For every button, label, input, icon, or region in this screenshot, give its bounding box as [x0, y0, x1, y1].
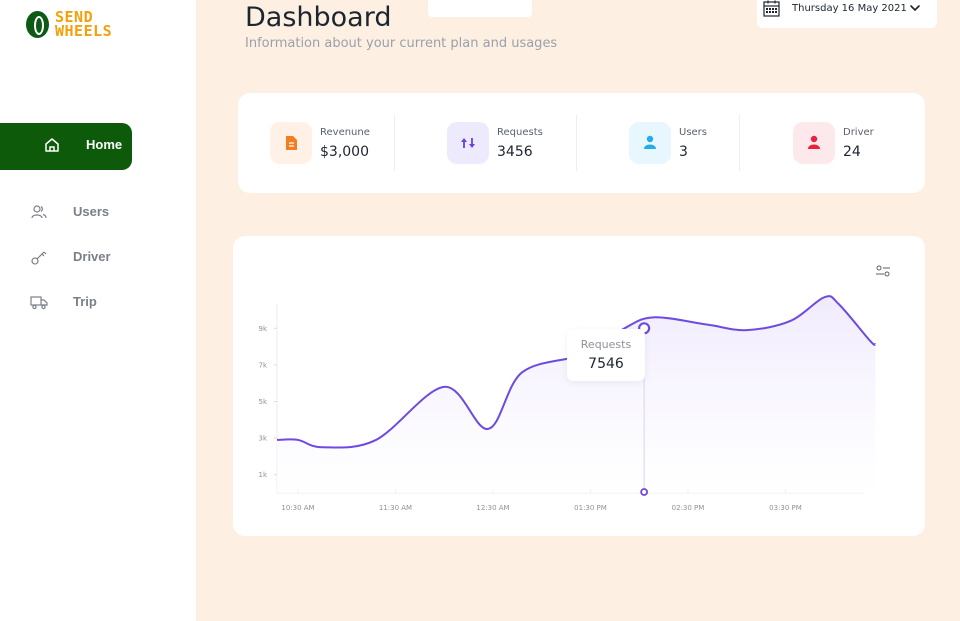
x-tick-label: 02:30 PM — [672, 504, 705, 512]
divider — [394, 115, 395, 171]
y-tick-label: 3k — [258, 435, 267, 443]
stat-icon-box — [629, 122, 671, 164]
stat-label: Revenune — [320, 127, 370, 138]
stat-icon-box — [447, 122, 489, 164]
x-tick-label: 03:30 PM — [769, 504, 802, 512]
wheel-icon — [26, 10, 49, 38]
brand-line-2: WHEELS — [55, 22, 113, 40]
y-tick-label: 1k — [258, 471, 267, 479]
sidebar-item-label: Users — [73, 204, 110, 219]
stat-label: Users — [679, 127, 708, 138]
divider — [576, 115, 577, 171]
stat-icon-box — [793, 122, 835, 164]
sidebar-item-label: Home — [86, 137, 123, 152]
brand-name: SEND WHEELS — [55, 10, 113, 40]
calendar-icon — [763, 0, 780, 17]
x-tick-label: 01:30 PM — [574, 504, 607, 512]
brand-logo[interactable]: SEND WHEELS — [26, 10, 113, 40]
sidebar-item-driver[interactable]: Driver — [0, 243, 160, 273]
header-tab[interactable] — [428, 0, 532, 17]
sidebar-item-trip[interactable]: Trip — [0, 288, 160, 318]
y-tick-label: 7k — [258, 361, 267, 369]
x-tick-label: 10:30 AM — [281, 504, 314, 512]
stat-value: 3 — [679, 144, 688, 160]
x-tick-label: 12:30 AM — [476, 504, 509, 512]
page-subtitle: Information about your current plan and … — [245, 36, 558, 51]
tooltip-label: Requests — [580, 338, 632, 351]
truck-icon — [30, 296, 48, 310]
series-area-fill — [277, 296, 876, 493]
tooltip-value: 7546 — [588, 356, 624, 372]
sidebar: SEND WHEELS Home Users Driver Trip — [0, 0, 196, 621]
date-picker[interactable]: Thursday 16 May 2021 — [757, 0, 937, 28]
stat-value: 3456 — [497, 144, 533, 160]
date-label: Thursday 16 May 2021 — [792, 3, 907, 14]
stat-value: $3,000 — [320, 144, 369, 160]
user-icon — [808, 135, 820, 149]
chevron-down-icon — [910, 5, 920, 11]
home-icon — [45, 138, 59, 152]
stat-label: Driver — [843, 127, 874, 138]
chart-tooltip: Requests 7546 — [567, 329, 645, 381]
document-icon — [286, 136, 297, 150]
sort-arrows-icon — [461, 138, 475, 148]
main-content: Dashboard Information about your current… — [196, 0, 960, 621]
y-tick-label: 9k — [258, 325, 267, 333]
sidebar-item-label: Driver — [73, 249, 111, 264]
stats-card: Revenune $3,000 Requests 3456 Users 3 Dr… — [238, 93, 925, 193]
highlight-axis-marker — [640, 488, 649, 496]
key-icon — [31, 251, 47, 265]
page-title: Dashboard — [245, 2, 392, 33]
users-icon — [31, 205, 47, 219]
sidebar-item-home[interactable]: Home — [0, 123, 132, 170]
sidebar-item-users[interactable]: Users — [0, 198, 160, 228]
y-tick-label: 5k — [258, 398, 267, 406]
x-tick-label: 11:30 AM — [379, 504, 412, 512]
user-icon — [644, 135, 656, 149]
chart-card: 1k 3k 5k 7k 9k 10:30 AM 11:30 AM 12:30 AM 01:30 … — [233, 236, 925, 536]
divider — [739, 115, 740, 171]
requests-line-chart: 1k 3k 5k 7k 9k 10:30 AM 11:30 AM 12:30 AM 01:30 … — [258, 295, 877, 512]
sidebar-item-label: Trip — [73, 294, 97, 309]
stat-icon-box — [270, 122, 312, 164]
stat-label: Requests — [497, 127, 543, 138]
stat-value: 24 — [843, 144, 861, 160]
